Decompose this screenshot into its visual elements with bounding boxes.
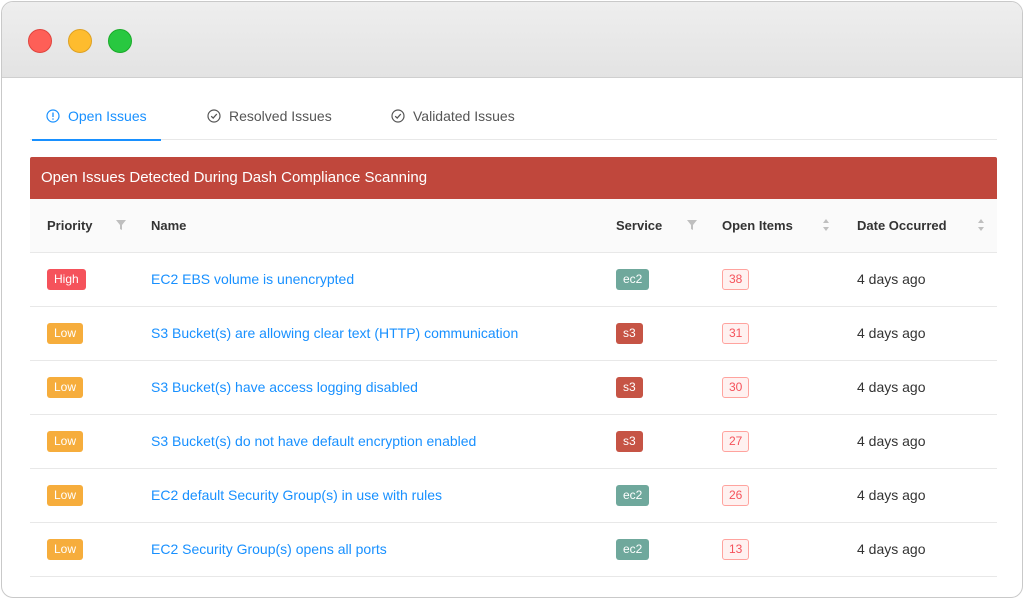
maximize-window-button[interactable]: [108, 29, 132, 53]
service-tag: s3: [616, 430, 643, 452]
column-header-name: Name: [134, 199, 599, 253]
minimize-window-button[interactable]: [68, 29, 92, 53]
priority-tag: Low: [47, 430, 84, 452]
issue-link[interactable]: EC2 default Security Group(s) in use wit…: [151, 487, 442, 503]
tab-label: Validated Issues: [413, 108, 515, 124]
filter-icon[interactable]: [687, 220, 697, 230]
sort-icon[interactable]: [977, 218, 985, 232]
issue-link[interactable]: EC2 Security Group(s) opens all ports: [151, 541, 387, 557]
priority-tag: Low: [47, 484, 84, 506]
table-row[interactable]: Low S3 Bucket(s) have access logging dis…: [30, 360, 997, 415]
issue-link[interactable]: S3 Bucket(s) do not have default encrypt…: [151, 433, 476, 449]
open-items-count: 30: [722, 376, 750, 398]
table-row[interactable]: Low S3 Bucket(s) do not have default enc…: [30, 414, 997, 469]
tab-validated-issues[interactable]: Validated Issues: [391, 108, 515, 140]
filter-icon[interactable]: [116, 220, 126, 230]
tab-label: Open Issues: [68, 108, 147, 124]
open-items-count: 27: [722, 430, 750, 452]
issue-link[interactable]: S3 Bucket(s) are allowing clear text (HT…: [151, 325, 518, 341]
date-occurred: 4 days ago: [857, 271, 926, 287]
tab-label: Resolved Issues: [229, 108, 332, 124]
tab-open-issues[interactable]: Open Issues: [32, 108, 161, 141]
date-occurred: 4 days ago: [857, 433, 926, 449]
table-row[interactable]: Low EC2 Security Group(s) opens all port…: [30, 522, 997, 577]
table-row[interactable]: High EC2 EBS volume is unencrypted ec2 3…: [30, 252, 997, 307]
app-window: Open Issues Resolved Issues Validated Is…: [1, 1, 1023, 598]
issues-table: Priority Name Service Open Items Date Oc…: [30, 199, 997, 577]
column-header-label: Open Items: [722, 217, 793, 233]
column-header-service[interactable]: Service: [599, 199, 705, 253]
priority-tag: Low: [47, 376, 84, 398]
sort-icon[interactable]: [822, 218, 830, 232]
open-items-count: 31: [722, 322, 750, 344]
priority-tag: Low: [47, 538, 84, 560]
tab-resolved-issues[interactable]: Resolved Issues: [207, 108, 332, 140]
date-occurred: 4 days ago: [857, 379, 926, 395]
issue-tabs: Open Issues Resolved Issues Validated Is…: [30, 78, 997, 141]
check-circle-icon: [207, 109, 221, 123]
column-header-label: Priority: [47, 217, 93, 233]
service-tag: ec2: [616, 538, 650, 560]
issue-link[interactable]: S3 Bucket(s) have access logging disable…: [151, 379, 418, 395]
column-header-label: Service: [616, 217, 663, 233]
close-window-button[interactable]: [28, 29, 52, 53]
service-tag: ec2: [616, 268, 650, 290]
check-circle-icon: [391, 109, 405, 123]
issue-link[interactable]: EC2 EBS volume is unencrypted: [151, 271, 354, 287]
column-header-label: Name: [151, 217, 187, 233]
open-items-count: 13: [722, 538, 750, 560]
column-header-open-items[interactable]: Open Items: [705, 199, 840, 253]
column-header-date[interactable]: Date Occurred: [840, 199, 997, 253]
open-items-count: 26: [722, 484, 750, 506]
table-row[interactable]: Low EC2 default Security Group(s) in use…: [30, 468, 997, 523]
column-header-label: Date Occurred: [857, 217, 947, 233]
priority-tag: High: [47, 268, 86, 290]
main-content: Open Issues Resolved Issues Validated Is…: [30, 78, 997, 577]
date-occurred: 4 days ago: [857, 325, 926, 341]
service-tag: s3: [616, 322, 643, 344]
info-circle-icon: [46, 109, 60, 123]
table-row[interactable]: Low S3 Bucket(s) are allowing clear text…: [30, 306, 997, 361]
open-items-count: 38: [722, 268, 750, 290]
priority-tag: Low: [47, 322, 84, 344]
column-header-priority[interactable]: Priority: [30, 199, 134, 253]
date-occurred: 4 days ago: [857, 487, 926, 503]
issues-banner: Open Issues Detected During Dash Complia…: [30, 157, 997, 199]
window-titlebar: [2, 2, 1022, 78]
service-tag: s3: [616, 376, 643, 398]
table-header-row: Priority Name Service Open Items Date Oc…: [30, 199, 997, 253]
service-tag: ec2: [616, 484, 650, 506]
date-occurred: 4 days ago: [857, 541, 926, 557]
